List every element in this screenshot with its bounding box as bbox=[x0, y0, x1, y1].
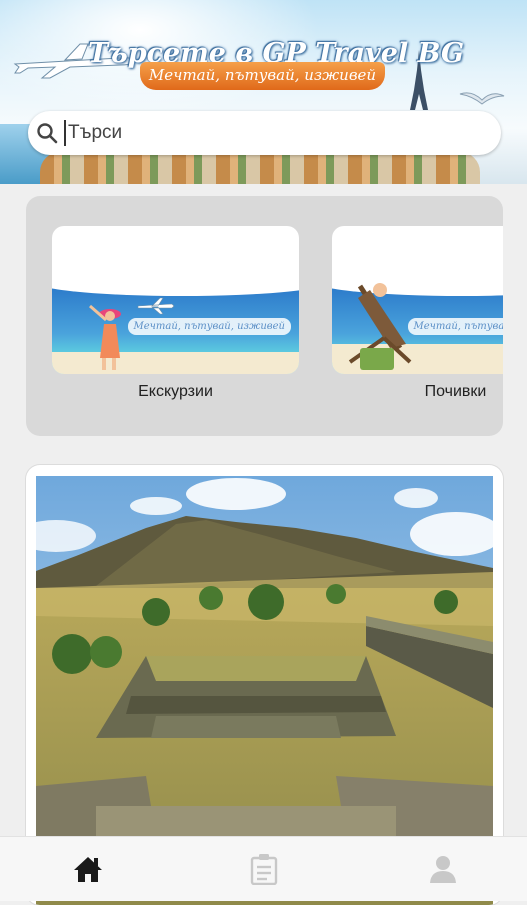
seagull-icon bbox=[459, 92, 505, 105]
clipboard-icon bbox=[250, 854, 278, 885]
category-label[interactable]: Екскурзии bbox=[52, 383, 299, 401]
thumbnail-slogan: Мечтай, пътувай, изживей bbox=[127, 318, 291, 335]
search-bar[interactable] bbox=[28, 111, 501, 155]
user-icon bbox=[430, 856, 456, 883]
nav-bookings[interactable] bbox=[244, 851, 284, 887]
slogan-ribbon: Мечтай, пътувай, изживей bbox=[140, 62, 385, 90]
nav-home[interactable] bbox=[68, 851, 108, 887]
category-vacations[interactable]: Мечтай, пътувай, изживей Почивки bbox=[332, 226, 503, 401]
search-input[interactable] bbox=[64, 120, 470, 146]
bottom-navigation bbox=[0, 836, 527, 901]
thumbnail-slogan: Мечтай, пътувай, изживей bbox=[407, 318, 503, 335]
categories-carousel[interactable]: Мечтай, пътувай, изживей Екскурзии Мечта… bbox=[26, 196, 503, 436]
category-thumbnail[interactable]: Мечтай, пътувай, изживей bbox=[332, 226, 503, 374]
airplane-icon bbox=[137, 297, 175, 315]
category-excursions[interactable]: Мечтай, пътувай, изживей Екскурзии bbox=[52, 226, 299, 401]
category-label[interactable]: Почивки bbox=[332, 383, 503, 401]
search-icon bbox=[37, 123, 58, 144]
category-thumbnail[interactable]: Мечтай, пътувай, изживей bbox=[52, 226, 299, 374]
home-icon bbox=[74, 857, 102, 882]
nav-profile[interactable] bbox=[423, 851, 463, 887]
traveler-woman-icon bbox=[89, 304, 121, 370]
banner-landmarks bbox=[40, 152, 480, 184]
header-banner: Търсете в GP Travel BG Мечтай, пътувай, … bbox=[0, 0, 527, 184]
